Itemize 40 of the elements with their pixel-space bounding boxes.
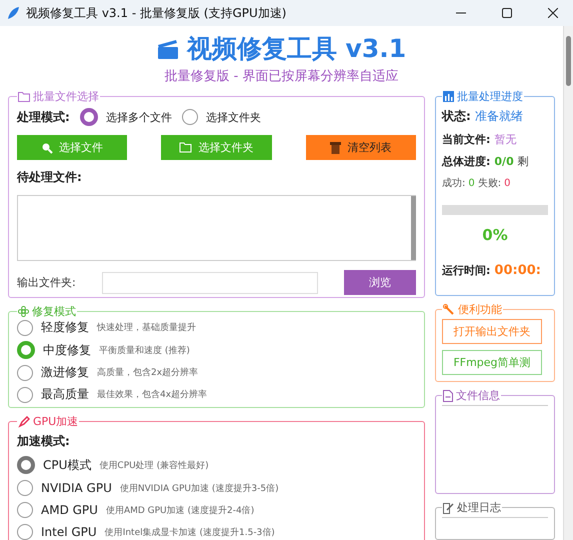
radio-option[interactable]: 轻度修复 快速处理，基础质量提升 [17, 319, 416, 336]
radio-option[interactable]: 中度修复 平衡质量和速度 (推荐) [17, 341, 416, 359]
radio-option[interactable]: AMD GPU 使用AMD GPU加速 (速度提升2-4倍) [17, 502, 416, 518]
total-progress-label: 总体进度: [442, 154, 490, 169]
pending-files-label: 待处理文件: [17, 169, 83, 186]
radio-option[interactable]: 激进修复 高质量，包含2x超分辨率 [17, 364, 416, 381]
radio-option[interactable]: NVIDIA GPU 使用NVIDIA GPU加速 (速度提升3-5倍) [17, 480, 416, 496]
radio-option[interactable]: 最高质量 最佳效果，包含4x超分辨率 [17, 386, 416, 403]
radio-option[interactable]: 选择多个文件 [80, 108, 172, 126]
status-label: 状态: [442, 108, 471, 125]
current-file-label: 当前文件: [442, 132, 490, 147]
section-legend: 批量文件选择 [17, 89, 100, 104]
success-count: 0 [468, 178, 475, 188]
output-folder-label: 输出文件夹: [17, 275, 76, 290]
mode-label: 处理模式: [17, 108, 70, 126]
radio-option[interactable]: Intel GPU 使用Intel集成显卡加速 (速度提升1.5-3倍) [17, 524, 416, 540]
progress-percent: 0% [481, 226, 509, 244]
section-legend: 便利功能 [442, 302, 503, 317]
runtime-value: 00:00: [494, 263, 541, 278]
section-legend: 处理日志 [442, 500, 502, 515]
remaining-label: 剩 [518, 154, 529, 169]
radio-option[interactable]: CPU模式 使用CPU处理 (兼容性最好) [17, 456, 416, 474]
window-title: 视频修复工具 v3.1 - 批量修复版 (支持GPU加速) [26, 4, 288, 22]
total-progress-value: 0/0 [494, 155, 514, 168]
section-legend: 修复模式 [17, 304, 77, 319]
section-legend: GPU加速 [17, 414, 80, 429]
section-legend: 批量处理进度 [442, 89, 524, 104]
section-legend: 文件信息 [442, 388, 501, 403]
app-subtitle: 批量修复版 - 界面已按屏幕分辨率自适应 [164, 68, 398, 85]
current-file-value: 暂无 [494, 132, 516, 147]
runtime-label: 运行时间: [442, 263, 490, 278]
success-label: 成功: [442, 176, 466, 190]
browse-button[interactable]: 浏览 [344, 270, 416, 295]
action-button[interactable]: 清空列表 [306, 135, 416, 160]
app-title: 视频修复工具 v3.1 [186, 33, 406, 65]
failed-label: 失败: [478, 176, 502, 190]
failed-count: 0 [504, 178, 510, 188]
radio-option[interactable]: 选择文件夹 [182, 109, 261, 125]
acceleration-mode-label: 加速模式: [17, 433, 71, 450]
status-value: 准备就绪 [474, 108, 523, 125]
